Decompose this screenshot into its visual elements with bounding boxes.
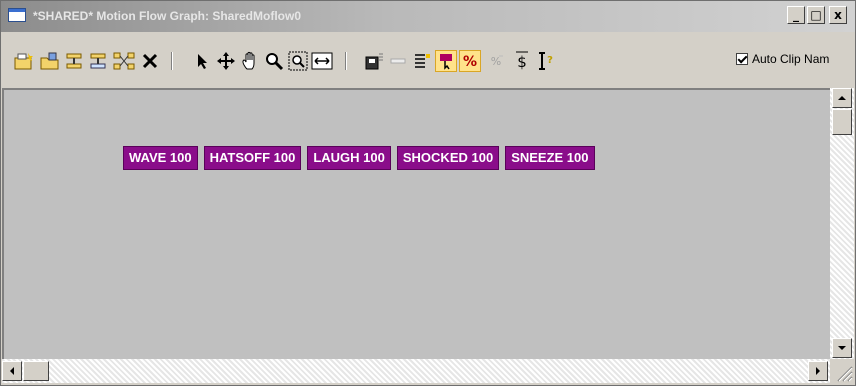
save-icon[interactable]	[363, 50, 385, 72]
auto-clip-names-checkbox[interactable]	[736, 53, 748, 65]
arrow-right-icon	[816, 367, 820, 375]
arrow-left-icon	[10, 367, 14, 375]
zoom-icon[interactable]	[263, 50, 285, 72]
select-arrow-icon[interactable]	[191, 50, 213, 72]
toolbar-separator	[171, 52, 173, 70]
randomize-icon[interactable]: %	[485, 50, 507, 72]
zoom-extents-icon[interactable]	[311, 50, 333, 72]
scroll-up-button[interactable]	[832, 88, 852, 108]
maximize-button[interactable]: □	[807, 6, 825, 24]
svg-text:%: %	[491, 55, 501, 68]
scroll-right-button[interactable]	[808, 361, 828, 381]
scroll-down-button[interactable]	[832, 338, 852, 358]
vertical-scrollbar[interactable]	[830, 88, 854, 359]
clip-node-sneeze[interactable]: SNEEZE 100	[505, 146, 595, 170]
clip-node-wave[interactable]: WAVE 100	[123, 146, 198, 170]
delete-icon[interactable]	[139, 50, 161, 72]
move-icon[interactable]	[215, 50, 237, 72]
clip-node-laugh[interactable]: LAUGH 100	[307, 146, 391, 170]
horizontal-scroll-thumb[interactable]	[23, 361, 49, 381]
toolbar: % % $ ? Auto Clip Nam	[1, 32, 855, 88]
svg-text:$: $	[517, 53, 527, 71]
close-button[interactable]: x	[829, 6, 847, 24]
svg-text:?: ?	[547, 55, 553, 66]
auto-clip-names-label: Auto Clip Nam	[752, 52, 830, 66]
arrow-up-icon	[838, 96, 846, 100]
blank-bar-icon[interactable]	[387, 50, 409, 72]
title-bar[interactable]: *SHARED* Motion Flow Graph: SharedMoflow…	[1, 1, 855, 32]
horizontal-scrollbar[interactable]	[2, 359, 830, 383]
highlight-icon[interactable]	[435, 50, 457, 72]
open-icon[interactable]	[39, 50, 61, 72]
minimize-button[interactable]: _	[787, 6, 805, 24]
clip-list: WAVE 100 HATSOFF 100 LAUGH 100 SHOCKED 1…	[123, 146, 595, 170]
graph-canvas[interactable]: WAVE 100 HATSOFF 100 LAUGH 100 SHOCKED 1…	[2, 88, 830, 359]
insert-icon[interactable]	[63, 50, 85, 72]
network-icon[interactable]	[113, 50, 135, 72]
pan-hand-icon[interactable]	[239, 50, 261, 72]
cursor-help-icon[interactable]: ?	[535, 50, 557, 72]
motion-flow-graph-window: *SHARED* Motion Flow Graph: SharedMoflow…	[0, 0, 856, 386]
resize-grip[interactable]	[830, 359, 854, 383]
clip-node-shocked[interactable]: SHOCKED 100	[396, 146, 500, 170]
toolbar-separator	[345, 52, 347, 70]
append-icon[interactable]	[87, 50, 109, 72]
zoom-region-icon[interactable]	[287, 50, 309, 72]
arrow-down-icon	[838, 346, 846, 350]
window-icon	[8, 8, 26, 22]
window-title: *SHARED* Motion Flow Graph: SharedMoflow…	[33, 9, 302, 23]
auto-clip-names-option[interactable]: Auto Clip Nam	[736, 52, 829, 66]
svg-text:%: %	[463, 54, 477, 70]
clip-node-hatsoff[interactable]: HATSOFF 100	[203, 146, 302, 170]
list-icon[interactable]	[411, 50, 433, 72]
new-clip-icon[interactable]	[13, 50, 35, 72]
scroll-left-button[interactable]	[2, 361, 22, 381]
caption-buttons: _ □ x	[787, 6, 847, 24]
dollar-icon[interactable]: $	[511, 50, 533, 72]
vertical-scroll-thumb[interactable]	[832, 109, 852, 135]
resize-grip-icon	[837, 366, 853, 382]
percent-icon[interactable]: %	[459, 50, 481, 72]
